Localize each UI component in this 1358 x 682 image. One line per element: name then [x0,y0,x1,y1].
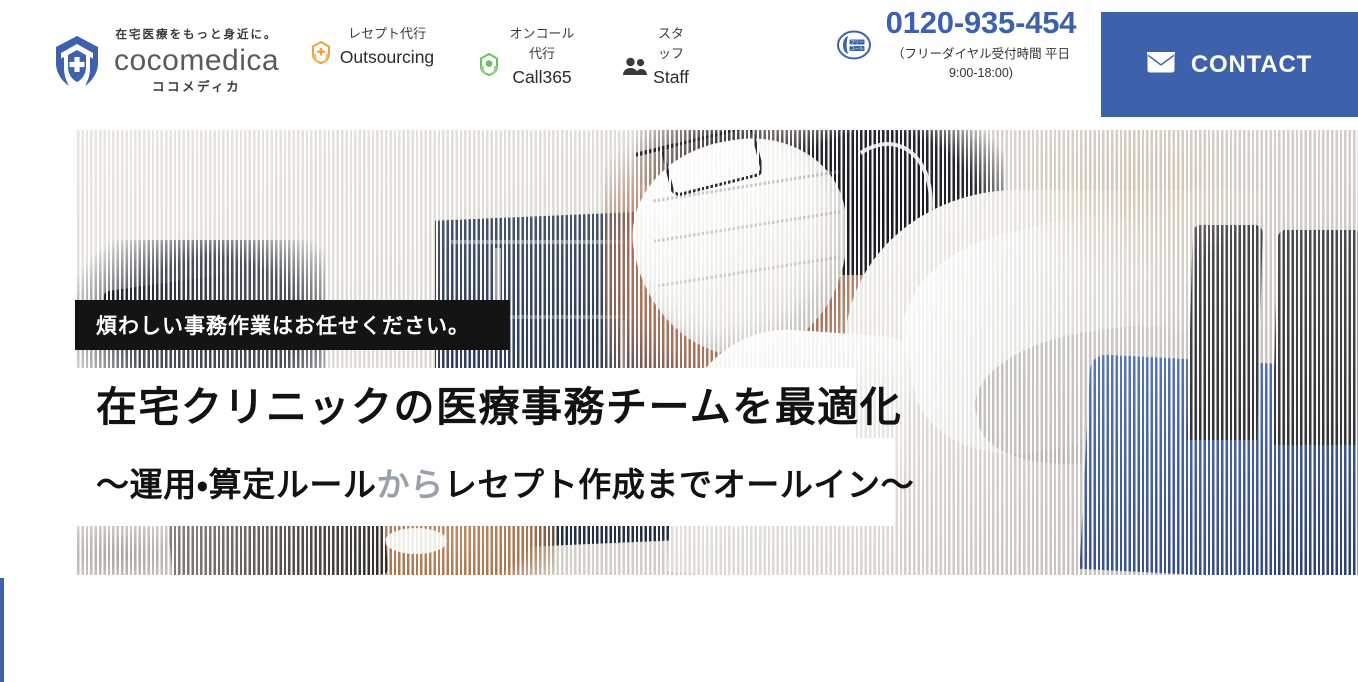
hex-cross-hands-green-icon [478,52,500,77]
hero-subtitle-panel: ～運用・算定ルールからレセプト作成までオールイン～ [75,438,914,526]
hero-text-overlay: 煩わしい事務作業はお任せください。 在宅クリニックの医療事務チームを最適化 ～運… [75,130,1358,575]
hero-badge: 煩わしい事務作業はお任せください。 [75,300,510,350]
hero-subtitle-post: レセプト作成までオールイン～ [443,466,915,503]
phone-number[interactable]: 0120-935-454 [878,4,1084,43]
site-header: 在宅医療をもっと身近に。 cocomedica ココメディカ レセプト代行 Ou… [0,0,1358,130]
people-icon [622,56,648,80]
phone-hours: （フリーダイヤル受付時間 平日9:00-18:00) [891,46,1071,80]
hero-title-panel: 在宅クリニックの医療事務チームを最適化 [75,368,901,438]
nav-item-call365[interactable]: オンコール代行 Call365 [478,20,598,91]
hex-cross-hands-orange-icon [310,40,332,65]
logo-name: cocomedica [114,43,280,77]
page-root: 在宅医療をもっと身近に。 cocomedica ココメディカ レセプト代行 Ou… [0,0,1358,682]
nav-item-outsourcing[interactable]: レセプト代行 Outsourcing [310,20,440,71]
nav-labels: レセプト代行 Outsourcing [338,24,436,71]
contact-button-label: CONTACT [1190,50,1313,78]
phone-text-block: 0120-935-454 （フリーダイヤル受付時間 平日9:00-18:00) [878,4,1084,82]
nav-labels: オンコール代行 Call365 [506,24,578,91]
envelope-icon [1146,51,1175,78]
logo-tagline: 在宅医療をもっと身近に。 [115,29,278,41]
nav-item-label-en: Call365 [512,67,572,88]
shield-hands-cross-icon [50,33,104,91]
left-accent-bar [0,578,4,682]
nav-item-staff[interactable]: スタッフ Staff [622,20,732,91]
hero-badge-text: 煩わしい事務作業はお任せください。 [96,315,470,338]
hero-subtitle-pre: ～運用・算定ルール [96,466,377,503]
phone-block[interactable]: フリー コール 0120-935-454 （フリーダイヤル受付時間 平日9:00… [836,4,1084,82]
nav-labels: スタッフ Staff [653,24,689,91]
contact-button[interactable]: CONTACT [1101,12,1358,117]
hero-subtitle-muted: から [376,466,444,503]
nav-item-label-ja: スタッフ [657,26,684,62]
svg-text:コール: コール [850,46,864,51]
logo-text-block: 在宅医療をもっと身近に。 cocomedica ココメディカ [114,29,280,94]
nav-item-label-ja: レセプト代行 [347,26,426,41]
site-logo[interactable]: 在宅医療をもっと身近に。 cocomedica ココメディカ [50,29,280,94]
nav-item-label-en: Staff [653,67,689,88]
nav-item-label-en: Outsourcing [339,47,435,68]
nav-item-label-ja: オンコール代行 [509,26,575,62]
hero-subtitle: ～運用・算定ルールからレセプト作成までオールイン～ [75,458,914,506]
logo-kana: ココメディカ [151,79,242,94]
svg-text:フリー: フリー [850,40,863,45]
freecall-icon: フリー コール [836,28,872,62]
hero-banner: 煩わしい事務作業はお任せください。 在宅クリニックの医療事務チームを最適化 ～運… [75,130,1358,575]
hero-title: 在宅クリニックの医療事務チームを最適化 [96,384,903,430]
